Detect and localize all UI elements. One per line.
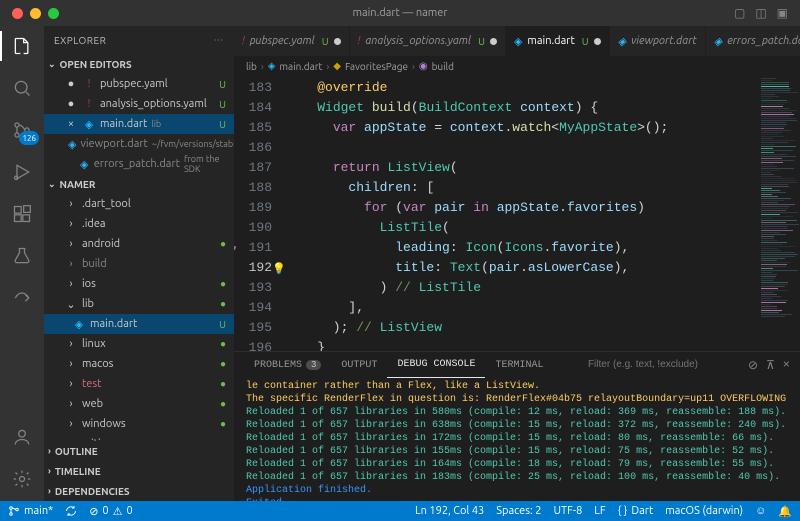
activity-extensions[interactable] [10, 202, 34, 226]
activity-test[interactable] [10, 244, 34, 268]
section-timeline[interactable]: › TIMELINE [44, 461, 234, 481]
file-item[interactable]: ▸.gitignoreU [44, 434, 234, 441]
gutter: 183184185186187188189190♥191192193194195… [234, 76, 286, 351]
panel-tab-output[interactable]: OUTPUT [331, 352, 387, 378]
dirty-indicator-icon [594, 38, 601, 45]
window-title: main.dart — namer [0, 7, 800, 19]
status-cursor[interactable]: Ln 192, Col 43 [415, 505, 484, 518]
explorer-title: EXPLORER [54, 35, 106, 46]
status-indent[interactable]: Spaces: 2 [496, 505, 541, 518]
breadcrumb-item[interactable]: lib [246, 61, 257, 72]
folder-item[interactable]: ›android● [44, 234, 234, 254]
activity-search[interactable] [10, 76, 34, 100]
dirty-indicator-icon [334, 38, 341, 45]
status-feedback-icon[interactable]: ☺ [755, 505, 766, 518]
activity-explorer[interactable] [10, 34, 34, 58]
explorer-header: EXPLORER ⋯ [44, 26, 234, 54]
status-bar: main* ⊘0 ⚠0 Ln 192, Col 43 Spaces: 2 UTF… [0, 501, 800, 521]
editor-tab[interactable]: ◈errors_patch.dart [706, 26, 800, 56]
minimap[interactable] [758, 76, 800, 351]
panel-close-icon[interactable]: × [783, 358, 790, 373]
breadcrumbs[interactable]: lib› ◈ main.dart› ◆ FavoritesPage› ◉ bui… [234, 56, 800, 76]
chevron-right-icon: › [48, 486, 51, 496]
panel-maximize-icon[interactable]: ⊼ [766, 358, 775, 373]
breadcrumb-item[interactable]: main.dart [279, 61, 322, 72]
panel: PROBLEMS 3 OUTPUT DEBUG CONSOLE TERMINAL… [234, 351, 800, 501]
chevron-down-icon: ⌄ [48, 179, 56, 190]
folder-item[interactable]: ›.idea [44, 214, 234, 234]
activity-share[interactable] [10, 286, 34, 310]
breadcrumb-item[interactable]: FavoritesPage [345, 61, 408, 72]
folder-item[interactable]: ›windows● [44, 414, 234, 434]
file-item[interactable]: ◈main.dartU [44, 314, 234, 334]
open-editor-item[interactable]: ◈viewport.dart ~/fvm/versions/stable/pac… [44, 134, 234, 154]
editor-tabs: !pubspec.yamlU !analysis_options.yamlU ◈… [234, 26, 800, 56]
panel-tab-terminal[interactable]: TERMINAL [485, 352, 553, 378]
class-icon: ◆ [333, 60, 341, 72]
chevron-right-icon: › [48, 446, 51, 456]
panel-tab-problems[interactable]: PROBLEMS 3 [244, 352, 331, 378]
panel-filter-input[interactable] [588, 359, 738, 370]
breadcrumb-item[interactable]: build [432, 61, 454, 72]
folder-item[interactable]: ›web● [44, 394, 234, 414]
code-content[interactable]: @override Widget build(BuildContext cont… [286, 76, 758, 351]
problems-badge: 3 [306, 360, 321, 370]
status-eol[interactable]: LF [594, 505, 605, 518]
section-dependencies[interactable]: › DEPENDENCIES [44, 481, 234, 501]
open-editor-item[interactable]: ●!analysis_options.yamlU [44, 94, 234, 114]
dart-file-icon: ◈ [268, 60, 276, 72]
status-language[interactable]: { }Dart [618, 505, 654, 518]
editor-tab[interactable]: ◈viewport.dart [610, 26, 706, 56]
status-encoding[interactable]: UTF-8 [553, 505, 582, 518]
section-open-editors[interactable]: ⌄ OPEN EDITORS [44, 54, 234, 74]
lightbulb-icon[interactable]: 💡 [272, 260, 286, 280]
status-device[interactable]: macOS (darwin) [665, 505, 743, 518]
editor-group: !pubspec.yamlU !analysis_options.yamlU ◈… [234, 26, 800, 501]
status-notifications-icon[interactable]: 🔔 [778, 505, 792, 518]
gutter-heart-icon: ♥ [234, 240, 237, 260]
clear-console-icon[interactable]: ⊘ [748, 358, 758, 373]
activity-scm[interactable]: 126 [10, 118, 34, 142]
dirty-indicator-icon [490, 38, 497, 45]
scm-badge: 126 [19, 131, 39, 145]
folder-item[interactable]: ›macos● [44, 354, 234, 374]
activity-debug[interactable] [10, 160, 34, 184]
folder-item[interactable]: ›.dart_tool [44, 194, 234, 214]
status-problems[interactable]: ⊘0 ⚠0 [89, 505, 133, 518]
explorer-sidebar: EXPLORER ⋯ ⌄ OPEN EDITORS ●!pubspec.yaml… [44, 26, 234, 501]
folder-item[interactable]: ›linux● [44, 334, 234, 354]
panel-filter[interactable] [588, 359, 738, 371]
chevron-down-icon: ⌄ [48, 59, 56, 70]
section-outline[interactable]: › OUTLINE [44, 441, 234, 461]
panel-tabs: PROBLEMS 3 OUTPUT DEBUG CONSOLE TERMINAL… [234, 352, 800, 378]
editor-tab[interactable]: !analysis_options.yamlU [350, 26, 506, 56]
method-icon: ◉ [419, 60, 428, 72]
folder-item[interactable]: ›build [44, 254, 234, 274]
open-editor-item[interactable]: ×◈main.dart libU [44, 114, 234, 134]
files-tree: ›.dart_tool›.idea›android●›build›ios●⌄li… [44, 194, 234, 441]
activity-bar: 126 [0, 26, 44, 501]
editor-tab[interactable]: ◈main.dartU [506, 26, 610, 56]
titlebar: main.dart — namer ▢ ◫ ▣ [0, 0, 800, 26]
status-sync[interactable] [65, 505, 77, 517]
folder-item[interactable]: ⌄lib● [44, 294, 234, 314]
explorer-more-icon[interactable]: ⋯ [214, 34, 225, 46]
debug-console-output[interactable]: le container rather than a Flex, like a … [234, 378, 800, 501]
open-editor-item[interactable]: ●!pubspec.yamlU [44, 74, 234, 94]
open-editors-tree: ●!pubspec.yamlU●!analysis_options.yamlU×… [44, 74, 234, 174]
activity-account[interactable] [10, 425, 34, 449]
editor-tab[interactable]: !pubspec.yamlU [234, 26, 350, 56]
code-area[interactable]: 183184185186187188189190♥191192193194195… [234, 76, 800, 351]
folder-item[interactable]: ›test● [44, 374, 234, 394]
activity-settings[interactable] [10, 467, 34, 491]
section-folder[interactable]: ⌄ NAMER [44, 174, 234, 194]
open-editor-item[interactable]: ◈errors_patch.dart from the SDK [44, 154, 234, 174]
folder-item[interactable]: ›ios● [44, 274, 234, 294]
status-branch[interactable]: main* [8, 505, 53, 517]
panel-tab-debug-console[interactable]: DEBUG CONSOLE [387, 352, 485, 378]
chevron-right-icon: › [48, 466, 51, 476]
